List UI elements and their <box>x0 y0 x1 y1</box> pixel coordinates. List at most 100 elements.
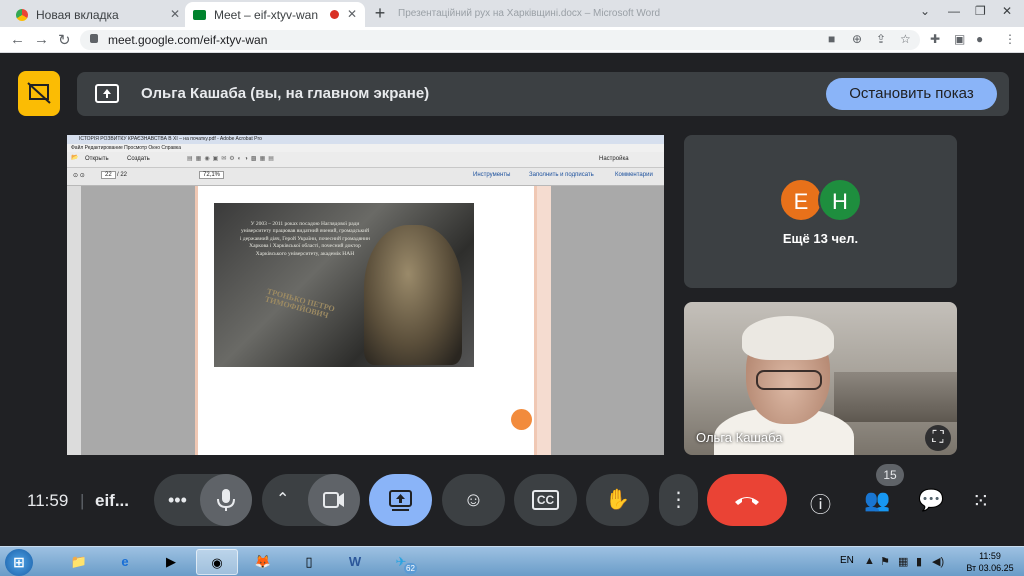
leave-call-button[interactable] <box>707 474 787 526</box>
acrobat-side-panel <box>67 186 81 455</box>
internet-explorer-icon[interactable]: e <box>104 549 146 575</box>
tools-panel-link: Инструменты <box>473 172 511 178</box>
background-shelf <box>834 372 957 422</box>
document-icon[interactable]: ▯ <box>288 549 330 575</box>
lock-icon[interactable] <box>90 34 98 43</box>
tab-search-icon[interactable]: ⌄ <box>920 4 930 18</box>
telegram-badge: 62 <box>404 563 417 574</box>
activities-grid-icon[interactable]: ⁙ <box>972 489 990 514</box>
mic-control-group: ••• <box>154 474 252 526</box>
tab-title: Meet – eif-xtyv-wan <box>214 7 319 22</box>
explorer-icon[interactable]: 📁 <box>58 549 100 575</box>
more-options-button[interactable]: ⋮ <box>659 474 698 526</box>
bust-relief <box>364 225 462 365</box>
forward-icon[interactable]: → <box>34 31 49 48</box>
presenting-label: Ольга Кашаба (вы, на главном экране) <box>141 85 430 102</box>
create-button: Создать <box>127 156 150 162</box>
captions-icon: CC <box>531 490 560 510</box>
system-clock[interactable]: 11:59 Вт 03.06.25 <box>962 550 1018 574</box>
camera-indicator-icon[interactable]: ■ <box>828 32 835 46</box>
fill-sign-panel-link: Заполнить и подписать <box>529 172 594 178</box>
media-player-icon[interactable]: ▶ <box>150 549 192 575</box>
firefox-icon[interactable]: 🦊 <box>242 549 284 575</box>
microphone-icon <box>217 489 235 511</box>
telegram-icon[interactable]: ✈ 62 <box>380 549 422 575</box>
memorial-plaque-image: У 2003 – 2011 роках посадою Наглядової р… <box>214 203 474 367</box>
new-tab-button[interactable]: + <box>370 4 390 24</box>
restore-icon[interactable]: ❐ <box>975 4 986 18</box>
reactions-button[interactable]: ☺ <box>442 474 505 526</box>
zoom-icon[interactable]: ⊕ <box>852 32 862 46</box>
side-panel-icon[interactable]: ▣ <box>954 32 965 46</box>
close-window-icon[interactable]: ✕ <box>1002 4 1012 18</box>
screen-share-icon <box>95 84 119 103</box>
page-edge <box>537 186 551 455</box>
acrobat-title-bar: ІСТОРІЯ РОЗВИТКУ КРАЄЗНАВСТВА В ХІ – на … <box>67 135 664 144</box>
person-hair <box>742 316 834 360</box>
network-icon[interactable]: ▦ <box>898 555 908 568</box>
recording-icon <box>330 10 339 19</box>
camera-icon <box>323 492 344 508</box>
extensions-icon[interactable]: ✚ <box>930 32 940 46</box>
open-button: Открыть <box>85 156 109 162</box>
present-now-button[interactable] <box>369 474 432 526</box>
tab-meet[interactable]: Meet – eif-xtyv-wan ✕ <box>185 2 365 27</box>
volume-icon[interactable]: ◀) <box>932 555 944 568</box>
comments-panel-link: Комментарии <box>615 172 653 178</box>
stop-presenting-button[interactable]: Остановить показ <box>826 78 997 110</box>
shared-screen: ІСТОРІЯ РОЗВИТКУ КРАЄЗНАВСТВА В ХІ – на … <box>67 135 664 455</box>
people-icon[interactable]: 👥 <box>864 489 890 513</box>
address-bar[interactable]: meet.google.com/eif-xtyv-wan <box>80 30 920 50</box>
present-screen-icon <box>389 490 412 511</box>
meeting-code[interactable]: eif... <box>95 491 129 511</box>
chat-icon[interactable]: 💬 <box>918 489 944 513</box>
captions-button[interactable]: CC <box>514 474 577 526</box>
plaque-inscription: У 2003 – 2011 роках посадою Наглядової р… <box>240 221 371 257</box>
acrobat-nav-toolbar: ⊙ ⊙ 22 / 22 72,1% Инструменты Заполнить … <box>67 168 664 186</box>
crop-icon[interactable]: ⛶ <box>925 425 951 451</box>
system-date: Вт 03.06.25 <box>966 563 1014 573</box>
others-tile[interactable]: E H Ещё 13 чел. <box>684 135 957 288</box>
menu-icon[interactable]: ⋮ <box>1004 32 1016 46</box>
more-vert-icon: ⋮ <box>668 489 689 511</box>
reload-icon[interactable]: ↻ <box>58 31 71 49</box>
hang-up-icon <box>735 497 759 505</box>
tray-expand-icon[interactable]: ▲ <box>864 555 875 567</box>
audio-options-icon[interactable]: ••• <box>168 474 187 526</box>
start-button[interactable]: ⊞ <box>5 549 33 576</box>
emoji-icon: ☺ <box>463 489 484 511</box>
browser-tab-strip: Новая вкладка ✕ Meet – eif-xtyv-wan ✕ + … <box>0 0 1024 27</box>
flag-icon[interactable]: ⚑ <box>880 555 890 568</box>
bookmark-star-icon[interactable]: ☆ <box>900 32 911 46</box>
minimize-icon[interactable]: — <box>948 4 960 18</box>
browser-toolbar: ← → ↻ meet.google.com/eif-xtyv-wan ■ ⊕ ⇪… <box>0 27 1024 53</box>
windows-taskbar: ⊞ 📁 e ▶ ◉ 🦊 ▯ W ✈ 62 EN ▲ ⚑ ▦ ▮ ◀) 11:59… <box>0 546 1024 576</box>
chevron-up-icon[interactable]: ⌃ <box>276 474 289 526</box>
present-off-icon <box>18 71 60 116</box>
word-icon[interactable]: W <box>334 549 376 575</box>
close-icon[interactable]: ✕ <box>170 7 180 21</box>
background-window-title: Презентаційний рух на Харківщині.docx – … <box>398 8 661 19</box>
meeting-info-icon[interactable]: ⓘ <box>810 489 831 519</box>
glasses <box>756 370 822 390</box>
share-icon[interactable]: ⇪ <box>876 32 886 46</box>
language-indicator[interactable]: EN <box>840 555 854 566</box>
chrome-taskbar-icon[interactable]: ◉ <box>196 549 238 575</box>
close-icon[interactable]: ✕ <box>347 7 357 21</box>
camera-control-group: ⌃ <box>262 474 360 526</box>
page-number-field: 22 <box>101 171 116 179</box>
raise-hand-button[interactable]: ✋ <box>586 474 649 526</box>
acrobat-menu-bar: Файл Редактирование Просмотр Окно Справк… <box>67 144 664 152</box>
back-icon[interactable]: ← <box>10 31 25 48</box>
profile-avatar-icon[interactable]: ● <box>976 32 983 46</box>
toolbar-icons: ▤▦◉▣✉⚙◐◑▩▦▤ <box>187 156 277 162</box>
microphone-button[interactable] <box>200 474 252 526</box>
acrobat-toolbar: 📂 Открыть Создать ▤▦◉▣✉⚙◐◑▩▦▤ Настройка <box>67 152 664 168</box>
battery-icon[interactable]: ▮ <box>916 555 922 568</box>
page-total: / 22 <box>117 172 128 178</box>
self-video-tile[interactable]: Ольга Кашаба ⛶ <box>684 302 957 455</box>
zoom-field: 72,1% <box>199 171 225 179</box>
cursor-highlight <box>511 409 532 430</box>
tab-new-tab[interactable]: Новая вкладка ✕ <box>8 2 188 27</box>
camera-button[interactable] <box>308 474 360 526</box>
